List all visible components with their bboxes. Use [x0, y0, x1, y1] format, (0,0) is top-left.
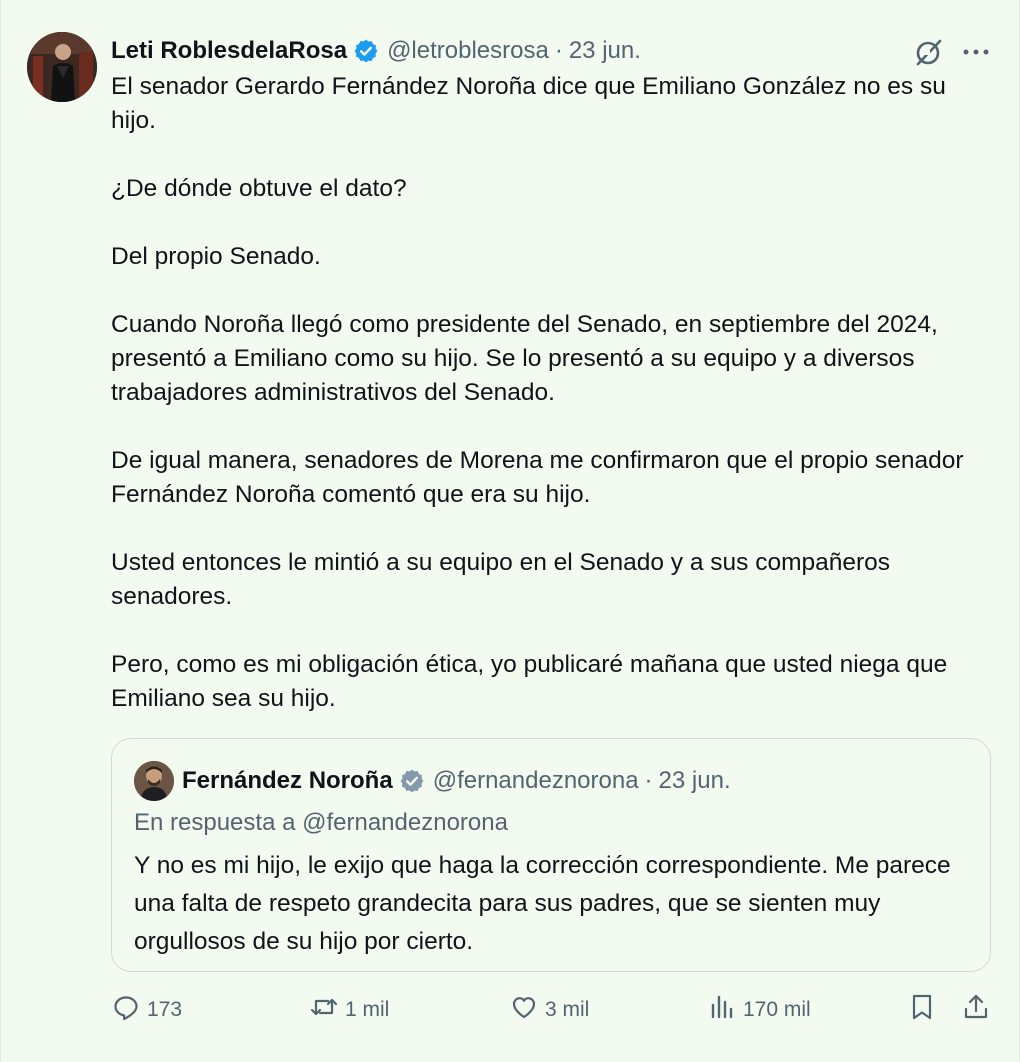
author-handle[interactable]: @letroblesrosa: [387, 37, 549, 65]
repost-count: 1 mil: [345, 998, 390, 1021]
share-button[interactable]: [961, 990, 991, 1030]
reply-count: 173: [147, 998, 183, 1021]
quoted-tweet-header: Fernández Noroña @fernandeznorona · 23 j…: [182, 763, 731, 799]
repost-icon: [309, 992, 339, 1028]
quoted-header-separator: ·: [644, 767, 653, 794]
tweet: Leti RoblesdelaRosa @letroblesrosa · 23 …: [0, 0, 1020, 1062]
author-avatar[interactable]: [27, 32, 97, 102]
quoted-replying-to: En respuesta a @fernandeznorona: [134, 809, 508, 836]
quoted-author-handle: @fernandeznorona: [432, 767, 639, 794]
quoted-tweet-text: Y no es mi hijo, le exijo que haga la co…: [134, 852, 951, 955]
grok-icon[interactable]: [913, 36, 945, 68]
quoted-tweet[interactable]: Fernández Noroña @fernandeznorona · 23 j…: [111, 738, 991, 972]
views-button[interactable]: 170 mil: [707, 990, 811, 1030]
tweet-paragraph: El senador Gerardo Fernández Noroña dice…: [111, 73, 946, 134]
quoted-tweet-date: 23 jun.: [658, 767, 731, 794]
tweet-paragraph: De igual manera, senadores de Morena me …: [111, 447, 964, 508]
tweet-paragraph: Usted entonces le mintió a su equipo en …: [111, 549, 891, 610]
quoted-author-avatar[interactable]: [134, 761, 174, 801]
bookmark-button[interactable]: [907, 990, 937, 1030]
tweet-paragraph: Cuando Noroña llegó como presidente del …: [111, 311, 938, 406]
quoted-author-display-name: Fernández Noroña: [182, 767, 393, 794]
tweet-text: El senador Gerardo Fernández Noroña dice…: [111, 70, 991, 716]
verified-badge-icon: [399, 768, 425, 794]
views-icon: [707, 992, 737, 1028]
more-icon[interactable]: [959, 36, 993, 68]
tweet-actions: 173 1 mil 3 mil 170 mil: [111, 990, 995, 1030]
bookmark-icon: [907, 992, 937, 1028]
view-count: 170 mil: [743, 998, 811, 1021]
reply-button[interactable]: 173: [111, 990, 182, 1030]
share-icon: [961, 992, 991, 1028]
tweet-paragraph: Pero, como es mi obligación ética, yo pu…: [111, 651, 948, 712]
tweet-paragraph: Del propio Senado.: [111, 243, 321, 270]
reply-icon: [111, 992, 141, 1028]
like-count: 3 mil: [545, 998, 590, 1021]
tweet-paragraph: ¿De dónde obtuve el dato?: [111, 175, 407, 202]
author-display-name[interactable]: Leti RoblesdelaRosa: [111, 37, 347, 65]
tweet-date[interactable]: 23 jun.: [569, 37, 641, 65]
verified-badge-icon: [353, 38, 379, 64]
tweet-header: Leti RoblesdelaRosa @letroblesrosa · 23 …: [111, 34, 641, 68]
header-separator: ·: [554, 37, 563, 64]
repost-button[interactable]: 1 mil: [309, 990, 389, 1030]
heart-icon: [509, 992, 539, 1028]
like-button[interactable]: 3 mil: [509, 990, 589, 1030]
